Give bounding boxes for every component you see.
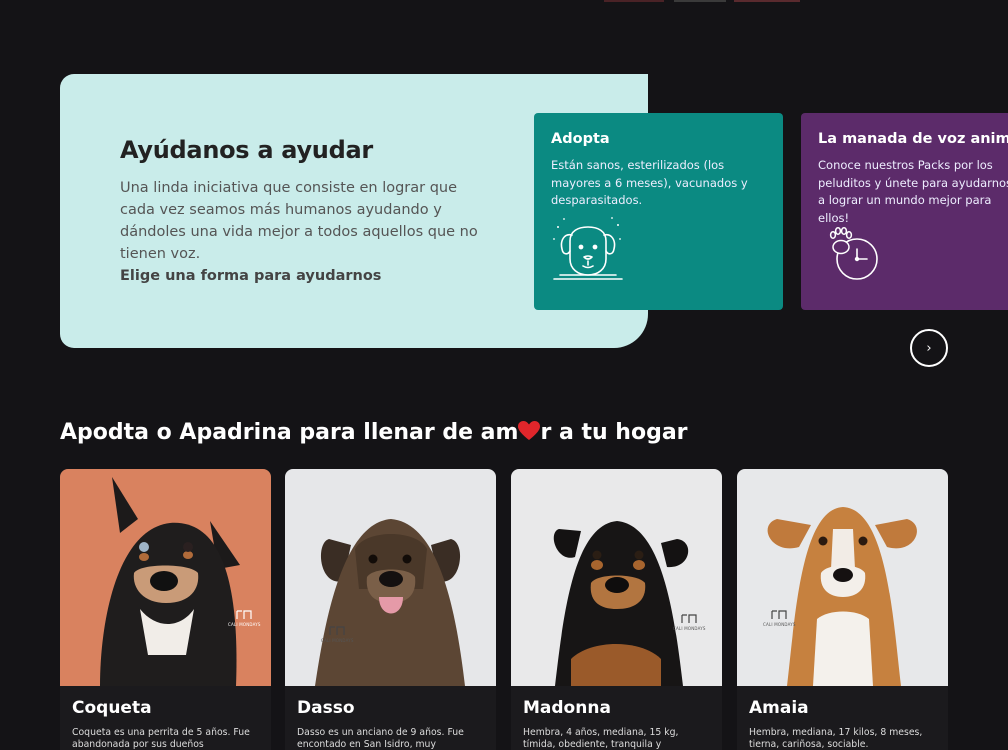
dog-photo-coqueta — [100, 477, 240, 686]
watermark-logo-icon — [236, 610, 252, 619]
paw-clock-icon — [829, 227, 878, 280]
top-image-edge — [604, 0, 800, 2]
watermark: CALI MONDAYS — [321, 625, 354, 643]
help-description: Una linda iniciativa que consiste en log… — [120, 180, 478, 262]
pet-photo: CALI MONDAYS — [285, 469, 496, 686]
manada-card[interactable]: La manada de voz animal Conoce nuestros … — [801, 113, 1008, 310]
dog-face-icon — [553, 217, 623, 280]
adopta-card[interactable]: Adopta Están sanos, esterilizados (los m… — [534, 113, 783, 310]
manada-text: Conoce nuestros Packs por los peluditos … — [818, 158, 1008, 225]
pet-card-coqueta[interactable]: CALI MONDAYS Coqueta Coqueta es una perr… — [60, 469, 271, 750]
pet-name: Madonna — [523, 698, 611, 718]
pet-photo: CALI MONDAYS — [511, 469, 722, 686]
dog-photo-amaia — [767, 507, 917, 686]
carousel-next-button[interactable]: › — [910, 329, 948, 367]
pet-card-madonna[interactable]: CALI MONDAYS Madonna Hembra, 4 años, med… — [511, 469, 722, 750]
section-title: Apodta o Apadrina para llenar de am r a t… — [60, 420, 688, 445]
dog-photo-madonna — [553, 521, 689, 686]
pet-name: Amaia — [749, 698, 809, 718]
section-title-post: r a tu hogar — [540, 420, 688, 445]
pet-description: Hembra, mediana, 17 kilos, 8 meses, tier… — [749, 727, 923, 750]
watermark: CALI MONDAYS — [763, 609, 796, 627]
heart-icon — [518, 421, 541, 440]
pet-photo: CALI MONDAYS — [737, 469, 948, 686]
watermark: CALI MONDAYS — [673, 613, 706, 631]
watermark-logo-icon — [771, 610, 787, 619]
help-title: Ayúdanos a ayudar — [120, 136, 373, 164]
section-title-pre: para llenar de am — [291, 420, 519, 445]
pet-card-dasso[interactable]: CALI MONDAYS Dasso Dasso es un anciano d… — [285, 469, 496, 750]
section-title-bold: Apodta o Apadrina — [60, 420, 292, 445]
watermark: CALI MONDAYS — [228, 609, 261, 627]
watermark-logo-icon — [681, 614, 697, 623]
adopta-text: Están sanos, esterilizados (los mayores … — [551, 158, 748, 207]
pet-card-amaia[interactable]: CALI MONDAYS Amaia Hembra, mediana, 17 k… — [737, 469, 948, 750]
pet-name: Dasso — [297, 698, 355, 718]
pet-description: Dasso es un anciano de 9 años. Fue encon… — [297, 727, 464, 750]
pet-name: Coqueta — [72, 698, 152, 718]
chevron-right-icon: › — [926, 340, 932, 356]
pet-description: Hembra, 4 años, mediana, 15 kg, tímida, … — [523, 727, 679, 750]
pet-description: Coqueta es una perrita de 5 años. Fue ab… — [72, 727, 250, 750]
pet-photo: CALI MONDAYS — [60, 469, 271, 686]
dog-photo-dasso — [315, 519, 465, 686]
watermark-logo-icon — [329, 626, 345, 635]
help-cta: Elige una forma para ayudarnos — [120, 268, 382, 284]
adopta-title: Adopta — [551, 131, 610, 147]
manada-title: La manada de voz animal — [818, 131, 1008, 147]
